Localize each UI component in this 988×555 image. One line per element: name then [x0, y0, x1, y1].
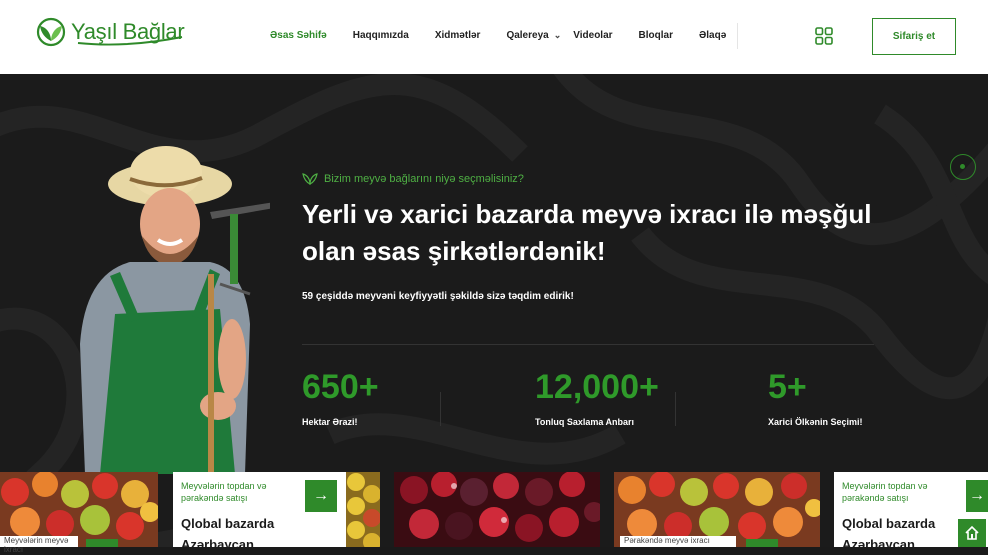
- card-title: Qlobal bazarda Azərbaycan: [181, 516, 275, 552]
- nav-gallery[interactable]: Qalereya ⌄: [506, 30, 561, 41]
- photo-caption: Pərakəndə meyvə ixracı: [620, 536, 736, 547]
- farmer-image: [80, 146, 270, 474]
- stat-hectares: 650+ Hektar Ərazi!: [302, 368, 379, 427]
- photo-caption: Meyvələrin meyvə ixracı: [0, 536, 78, 554]
- arrow-right-icon[interactable]: →: [305, 480, 337, 512]
- grid-menu-icon[interactable]: [815, 27, 833, 45]
- nav-videos[interactable]: Videolar: [573, 30, 612, 41]
- stat-divider: [675, 392, 676, 426]
- stat-countries: 5+ Xarici Ölkənin Seçimi!: [768, 368, 863, 427]
- hero-subtitle: 59 çeşiddə meyvəni keyfiyyətli şəkildə s…: [302, 291, 574, 302]
- home-icon[interactable]: [958, 519, 986, 547]
- leaf-logo-icon: [36, 17, 66, 47]
- fruit-photo: [346, 472, 380, 547]
- arrow-right-icon[interactable]: →: [966, 480, 988, 512]
- sprout-icon: [302, 173, 318, 185]
- stat-storage: 12,000+ Tonluq Saxlama Anbarı: [535, 368, 659, 427]
- nav-blogs[interactable]: Bloqlar: [639, 30, 673, 41]
- cherries-photo: [394, 472, 600, 547]
- house-icon: [965, 525, 979, 540]
- stat-label: Hektar Ərazi!: [302, 417, 358, 427]
- site-header: Yaşıl Bağlar Əsas Səhifə Haqqımızda Xidm…: [0, 0, 988, 74]
- stat-value: 12,000+: [535, 368, 659, 406]
- card-subtitle: Meyvələrin topdan və pərakəndə satışı: [842, 481, 928, 503]
- services-carousel: Meyvələrin meyvə ixracı Meyvələrin topda…: [0, 472, 988, 554]
- hero-headline: Yerli və xarici bazarda meyvə ixracı ilə…: [302, 199, 872, 266]
- card-subtitle: Meyvələrin topdan və pərakəndə satışı: [181, 481, 267, 503]
- scroll-indicator[interactable]: [950, 154, 976, 180]
- nav-about[interactable]: Haqqımızda: [353, 30, 409, 41]
- main-nav: Əsas Səhifə Haqqımızda Xidmətlər Qalerey…: [270, 30, 752, 41]
- hero-eyebrow-text: Bizim meyvə bağlarını niyə seçməlisiniz?: [324, 173, 524, 185]
- service-card[interactable]: Meyvələrin topdan və pərakəndə satışı Ql…: [173, 472, 346, 552]
- stat-label: Tonluq Saxlama Anbarı: [535, 417, 635, 427]
- logo-swoosh: [77, 36, 183, 46]
- nav-gallery-label: Qalereya: [506, 30, 549, 41]
- nav-divider: [737, 23, 738, 49]
- stat-value: 650+: [302, 368, 379, 406]
- stat-label: Xarici Ölkənin Seçimi!: [768, 417, 863, 427]
- hero-divider: [302, 344, 874, 345]
- stat-divider: [440, 392, 441, 426]
- stat-value: 5+: [768, 368, 807, 406]
- photo-caption-button[interactable]: [746, 539, 778, 547]
- hero-eyebrow: Bizim meyvə bağlarını niyə seçməlisiniz?: [302, 173, 524, 185]
- nav-home[interactable]: Əsas Səhifə: [270, 30, 327, 41]
- order-button[interactable]: Sifariş et: [872, 18, 956, 55]
- nav-contact[interactable]: Əlaqə: [699, 30, 726, 41]
- chevron-down-icon: ⌄: [553, 30, 562, 40]
- photo-caption-button[interactable]: [86, 539, 118, 547]
- nav-services[interactable]: Xidmətlər: [435, 30, 481, 41]
